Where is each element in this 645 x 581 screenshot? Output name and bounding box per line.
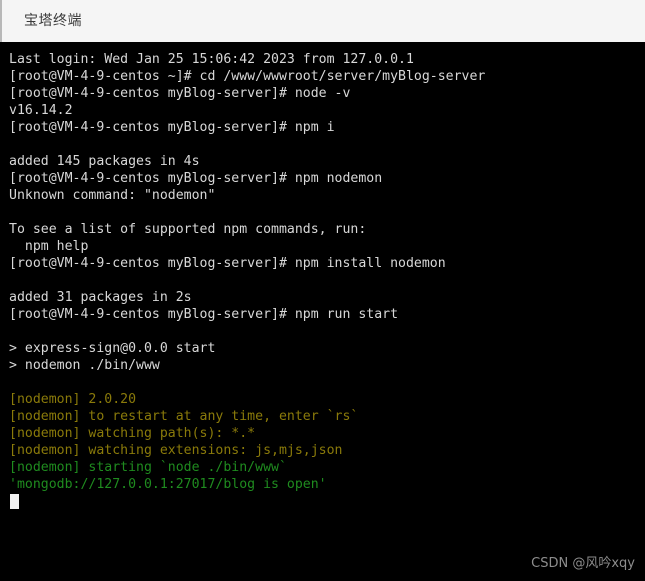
terminal-line: [root@VM-4-9-centos myBlog-server]# npm … bbox=[9, 171, 383, 186]
terminal-line: [root@VM-4-9-centos myBlog-server]# npm … bbox=[9, 120, 335, 135]
terminal-line: [root@VM-4-9-centos myBlog-server]# npm … bbox=[9, 256, 446, 271]
terminal-line: Last login: Wed Jan 25 15:06:42 2023 fro… bbox=[9, 52, 414, 67]
terminal-line: To see a list of supported npm commands,… bbox=[9, 222, 367, 237]
terminal-line: [nodemon] watching extensions: js,mjs,js… bbox=[9, 443, 343, 458]
terminal-cursor-row bbox=[9, 493, 645, 510]
terminal-line: [root@VM-4-9-centos myBlog-server]# node… bbox=[9, 86, 351, 101]
terminal-line: [root@VM-4-9-centos myBlog-server]# npm … bbox=[9, 307, 399, 322]
terminal-lines: Last login: Wed Jan 25 15:06:42 2023 fro… bbox=[9, 51, 645, 493]
watermark-label: CSDN @风吟xqy bbox=[531, 556, 635, 571]
terminal-line: added 31 packages in 2s bbox=[9, 290, 192, 305]
terminal-line: [nodemon] 2.0.20 bbox=[9, 392, 137, 407]
terminal-line: > nodemon ./bin/www bbox=[9, 358, 160, 373]
terminal-output-area[interactable]: Last login: Wed Jan 25 15:06:42 2023 fro… bbox=[0, 42, 645, 581]
text-cursor bbox=[10, 494, 19, 509]
terminal-line: 'mongodb://127.0.0.1:27017/blog is open' bbox=[9, 477, 327, 492]
terminal-line: [nodemon] starting `node ./bin/www` bbox=[9, 460, 287, 475]
terminal-line: [root@VM-4-9-centos ~]# cd /www/wwwroot/… bbox=[9, 69, 486, 84]
terminal-line: [nodemon] to restart at any time, enter … bbox=[9, 409, 359, 424]
terminal-line: Unknown command: "nodemon" bbox=[9, 188, 216, 203]
terminal-line: npm help bbox=[9, 239, 89, 254]
window-title-bar: 宝塔终端 bbox=[0, 0, 645, 42]
terminal-line: v16.14.2 bbox=[9, 103, 73, 118]
window-title: 宝塔终端 bbox=[24, 13, 82, 29]
terminal-line: > express-sign@0.0.0 start bbox=[9, 341, 216, 356]
terminal-line: [nodemon] watching path(s): *.* bbox=[9, 426, 256, 441]
terminal-window: 宝塔终端 Last login: Wed Jan 25 15:06:42 202… bbox=[0, 0, 645, 581]
terminal-line: added 145 packages in 4s bbox=[9, 154, 200, 169]
